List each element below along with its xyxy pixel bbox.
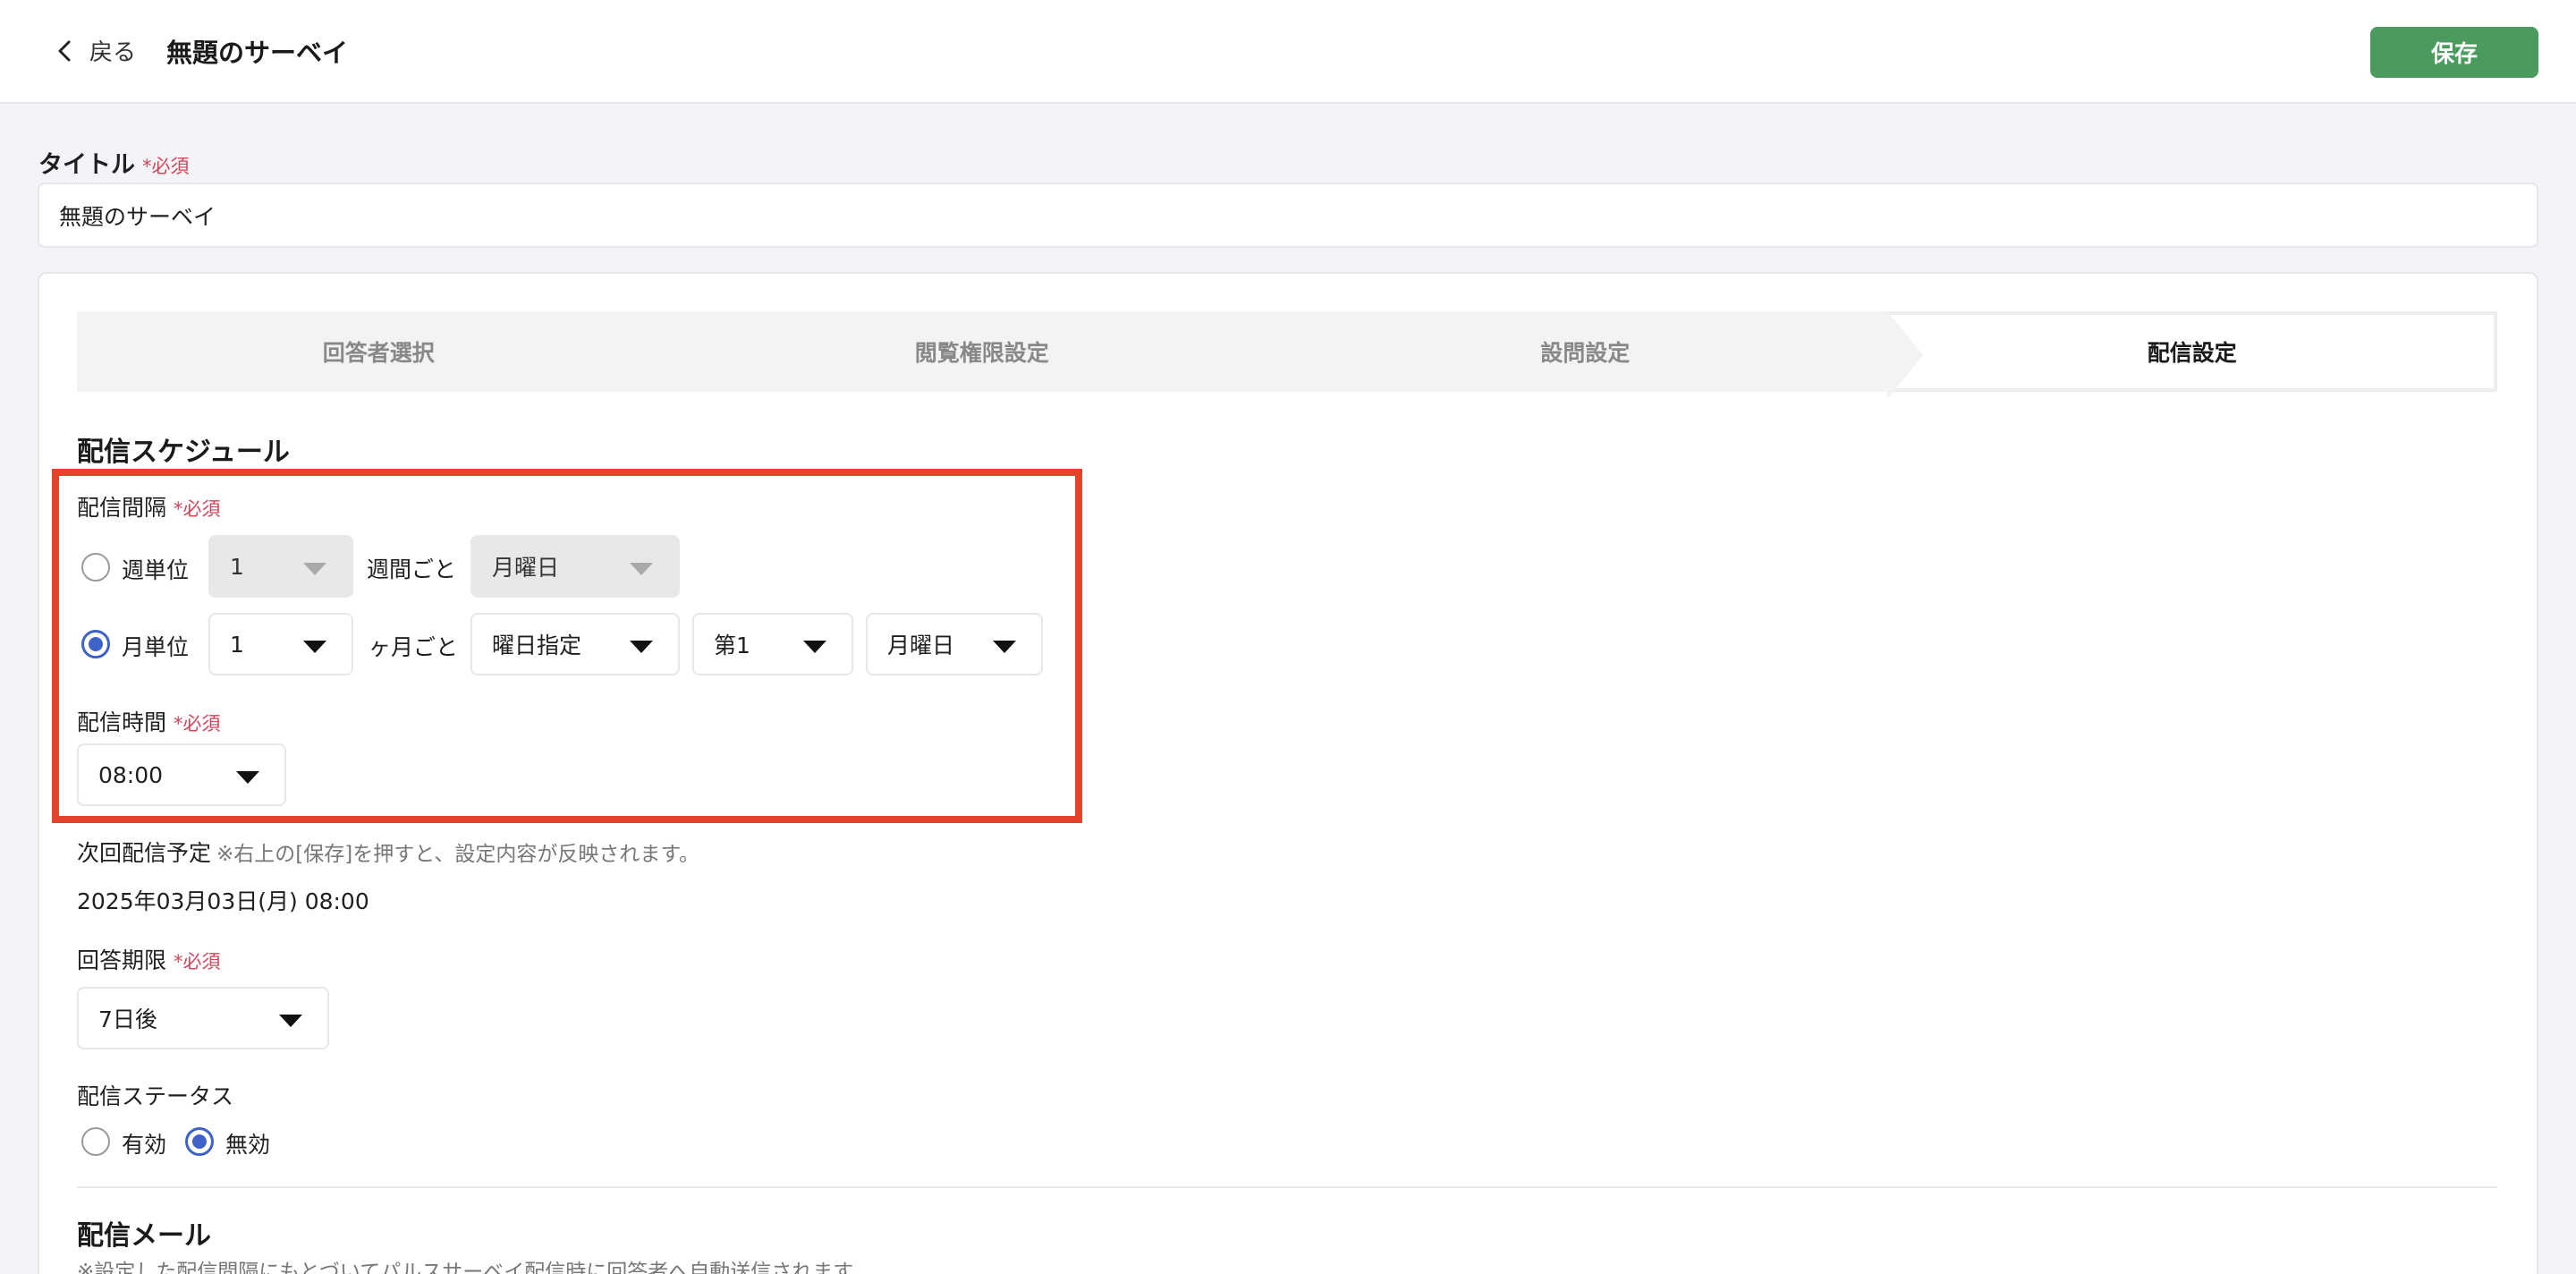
weekly-day-select[interactable]: 月曜日: [470, 535, 680, 598]
caret-down-icon: [803, 641, 826, 653]
deadline-label: 回答期限 *必須: [77, 943, 221, 975]
time-label: 配信時間 *必須: [77, 705, 221, 737]
required-mark: *必須: [174, 713, 221, 735]
mail-section-title: 配信メール: [77, 1220, 211, 1252]
caret-down-icon: [993, 641, 1016, 653]
select-value: 7日後: [98, 1006, 157, 1032]
time-label-text: 配信時間: [77, 709, 167, 735]
caret-down-icon: [630, 563, 653, 575]
weekly-count-select[interactable]: 1: [208, 535, 353, 598]
monthly-mode-select[interactable]: 曜日指定: [470, 613, 680, 675]
step-permissions[interactable]: 閲覧権限設定: [680, 311, 1319, 392]
interval-label: 配信間隔 *必須: [77, 490, 221, 522]
section-divider: [77, 1186, 2497, 1188]
required-mark: *必須: [174, 498, 221, 520]
deadline-select[interactable]: 7日後: [77, 987, 329, 1049]
caret-down-icon: [303, 641, 326, 653]
title-label: タイトル *必須: [38, 145, 190, 180]
save-button[interactable]: 保存: [2370, 27, 2538, 78]
schedule-section-title: 配信スケジュール: [77, 437, 290, 468]
caret-down-icon: [303, 563, 326, 575]
select-value: 月曜日: [492, 555, 560, 581]
monthly-label: 月単位: [122, 634, 190, 660]
step-respondents[interactable]: 回答者選択: [77, 311, 716, 392]
select-value: 1: [230, 631, 244, 658]
step-label: 配信設定: [2147, 340, 2237, 366]
page-title: 無題のサーベイ: [166, 38, 349, 68]
required-mark: *必須: [174, 951, 221, 972]
caret-down-icon: [279, 1015, 302, 1027]
required-mark: *必須: [142, 156, 190, 177]
weekly-label: 週単位: [122, 557, 190, 583]
monthly-count-select[interactable]: 1: [208, 613, 353, 675]
monthly-unit-text: ヶ月ごと: [369, 634, 459, 660]
status-label: 配信ステータス: [77, 1083, 234, 1109]
select-value: 1: [230, 553, 244, 580]
step-delivery[interactable]: 配信設定: [1886, 311, 2497, 399]
monthly-day-select[interactable]: 月曜日: [866, 613, 1043, 675]
step-questions[interactable]: 設問設定: [1284, 311, 1887, 392]
select-value: 曜日指定: [492, 633, 582, 658]
select-value: 第1: [714, 633, 750, 658]
status-disabled-label: 無効: [225, 1132, 271, 1158]
monthly-week-select[interactable]: 第1: [692, 613, 853, 675]
next-delivery-note: ※右上の[保存]を押すと、設定内容が反映されます。: [216, 843, 700, 866]
stepper: 回答者選択 閲覧権限設定 設問設定 配信設定: [77, 311, 2497, 399]
status-enabled-label: 有効: [122, 1132, 167, 1158]
step-label: 回答者選択: [322, 340, 435, 366]
deadline-label-text: 回答期限: [77, 947, 167, 973]
back-button[interactable]: 戻る: [52, 34, 136, 67]
app-header: 戻る 無題のサーベイ 保存: [0, 0, 2576, 104]
select-value: 月曜日: [887, 633, 955, 658]
back-label: 戻る: [89, 39, 137, 66]
title-label-text: タイトル: [38, 151, 135, 179]
chevron-left-icon: [58, 40, 71, 61]
caret-down-icon: [630, 641, 653, 653]
monthly-radio[interactable]: [81, 630, 110, 658]
select-value: 08:00: [98, 761, 164, 788]
weekly-unit-text: 週間ごと: [367, 556, 457, 582]
step-label: 閲覧権限設定: [914, 340, 1049, 366]
weekly-radio[interactable]: [81, 553, 110, 582]
step-arrow: [1886, 311, 1923, 399]
time-select[interactable]: 08:00: [77, 743, 286, 806]
next-delivery-label: 次回配信予定 ※右上の[保存]を押すと、設定内容が反映されます。: [77, 836, 699, 868]
caret-down-icon: [236, 771, 259, 784]
status-enabled-radio[interactable]: [81, 1127, 110, 1156]
mail-section-note: ※設定した配信間隔にもとづいてパルスサーベイ配信時に回答者へ自動送信されます。: [77, 1261, 872, 1274]
next-delivery-label-text: 次回配信予定: [77, 840, 212, 866]
status-disabled-radio[interactable]: [185, 1127, 214, 1156]
step-label: 設問設定: [1540, 340, 1631, 366]
step-arrow: [1284, 311, 1319, 392]
step-arrow: [680, 311, 716, 392]
interval-label-text: 配信間隔: [77, 495, 167, 521]
title-input[interactable]: 無題のサーベイ: [38, 183, 2538, 248]
next-delivery-value: 2025年03月03日(月) 08:00: [77, 888, 369, 914]
